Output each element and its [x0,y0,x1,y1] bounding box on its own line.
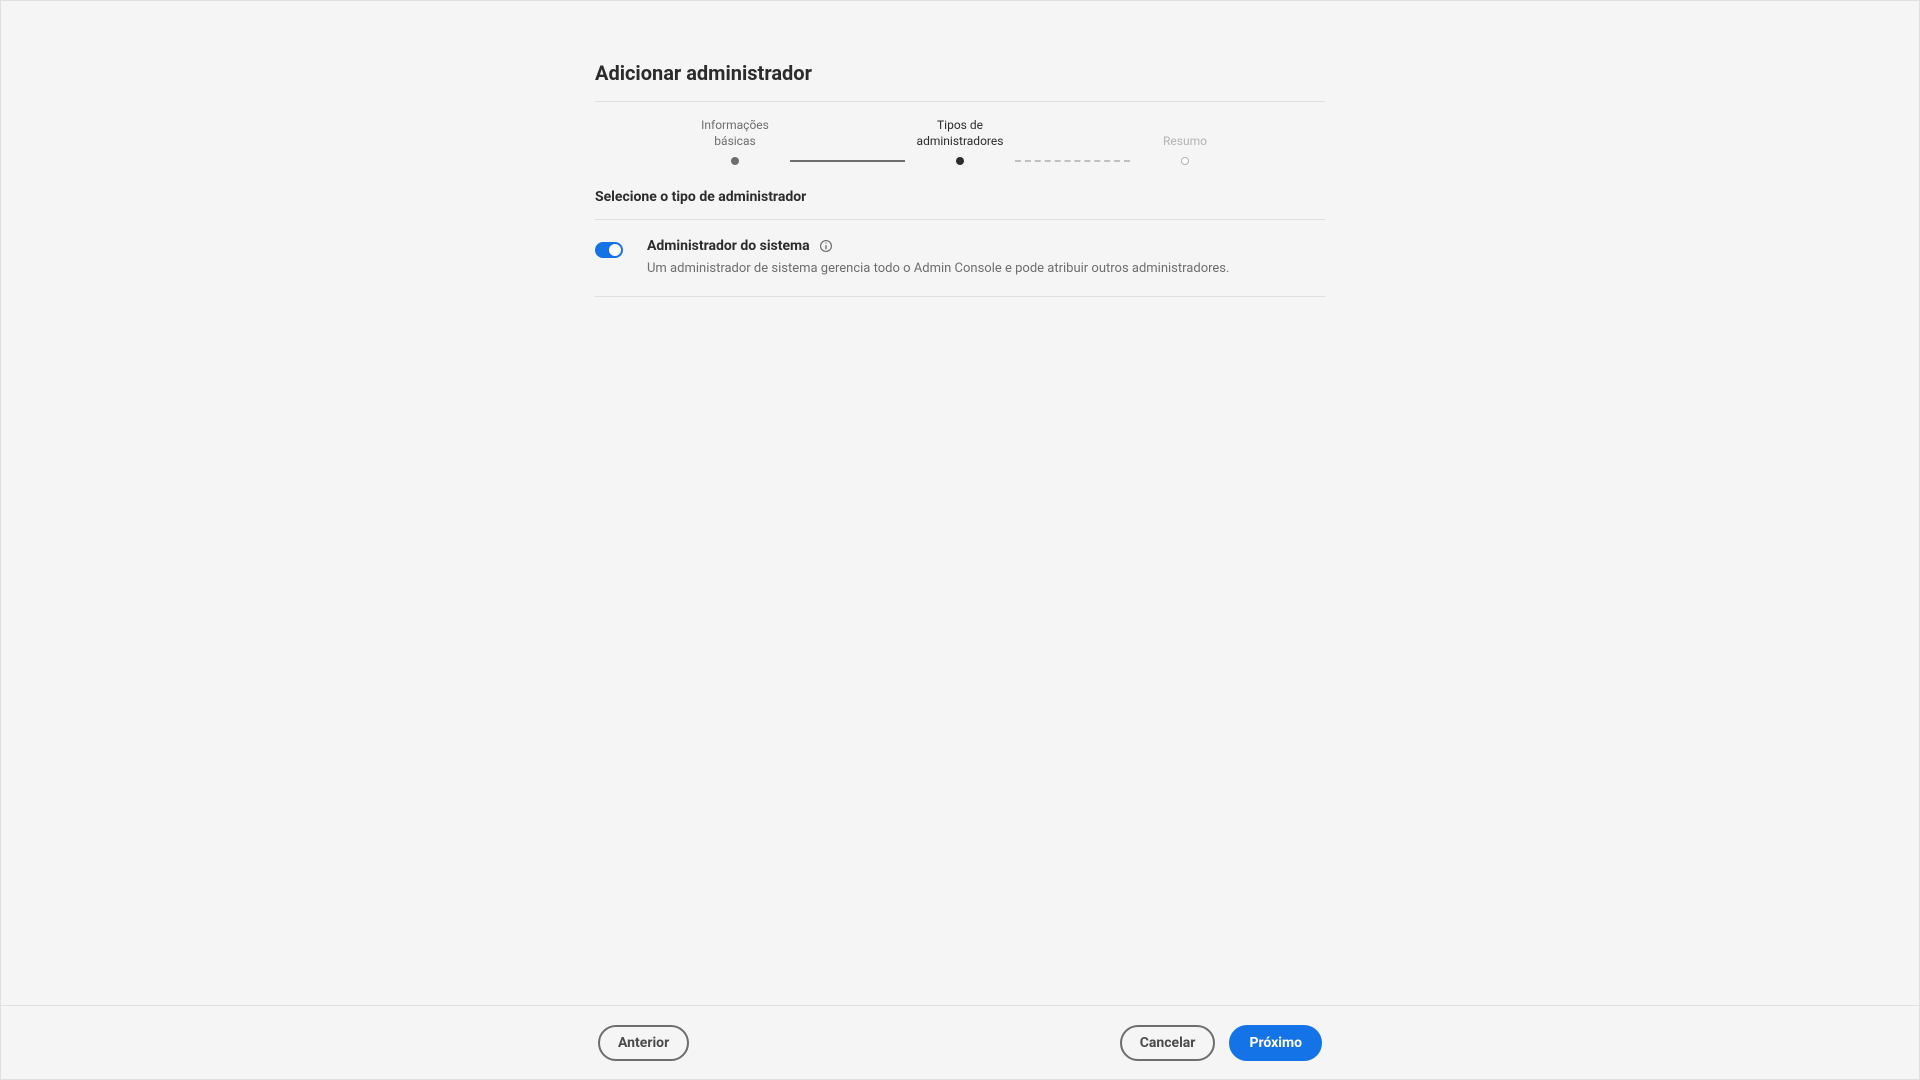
step-basic-info: Informações básicas [680,118,790,165]
page-title: Adicionar administrador [595,61,1325,102]
step-connector [790,160,905,162]
section-title: Selecione o tipo de administrador [595,189,1325,220]
system-admin-toggle[interactable] [595,242,623,258]
stepper: Informações básicas Tipos de administrad… [595,118,1325,165]
admin-type-header: Administrador do sistema [647,238,1229,254]
footer-left: Anterior [598,1025,689,1061]
previous-button[interactable]: Anterior [598,1025,689,1061]
footer: Anterior Cancelar Próximo [1,1005,1919,1079]
step-label: Tipos de administradores [905,118,1015,149]
step-label: Informações básicas [680,118,790,149]
info-icon[interactable] [818,238,834,254]
admin-type-description: Um administrador de sistema gerencia tod… [647,260,1229,278]
toggle-knob [609,244,621,256]
footer-right: Cancelar Próximo [1120,1025,1322,1061]
admin-type-row: Administrador do sistema Um administrado… [595,220,1325,297]
cancel-button[interactable]: Cancelar [1120,1025,1216,1061]
step-summary: Resumo [1130,134,1240,166]
admin-type-title: Administrador do sistema [647,238,810,254]
next-button[interactable]: Próximo [1229,1025,1322,1061]
step-connector-dashed [1015,160,1130,162]
step-label: Resumo [1130,134,1240,150]
admin-type-content: Administrador do sistema Um administrado… [647,238,1229,278]
step-dot-icon [956,157,964,165]
step-dot-icon [731,157,739,165]
step-dot-icon [1181,157,1189,165]
step-admin-types: Tipos de administradores [905,118,1015,165]
main-content: Adicionar administrador Informações bási… [595,1,1325,297]
